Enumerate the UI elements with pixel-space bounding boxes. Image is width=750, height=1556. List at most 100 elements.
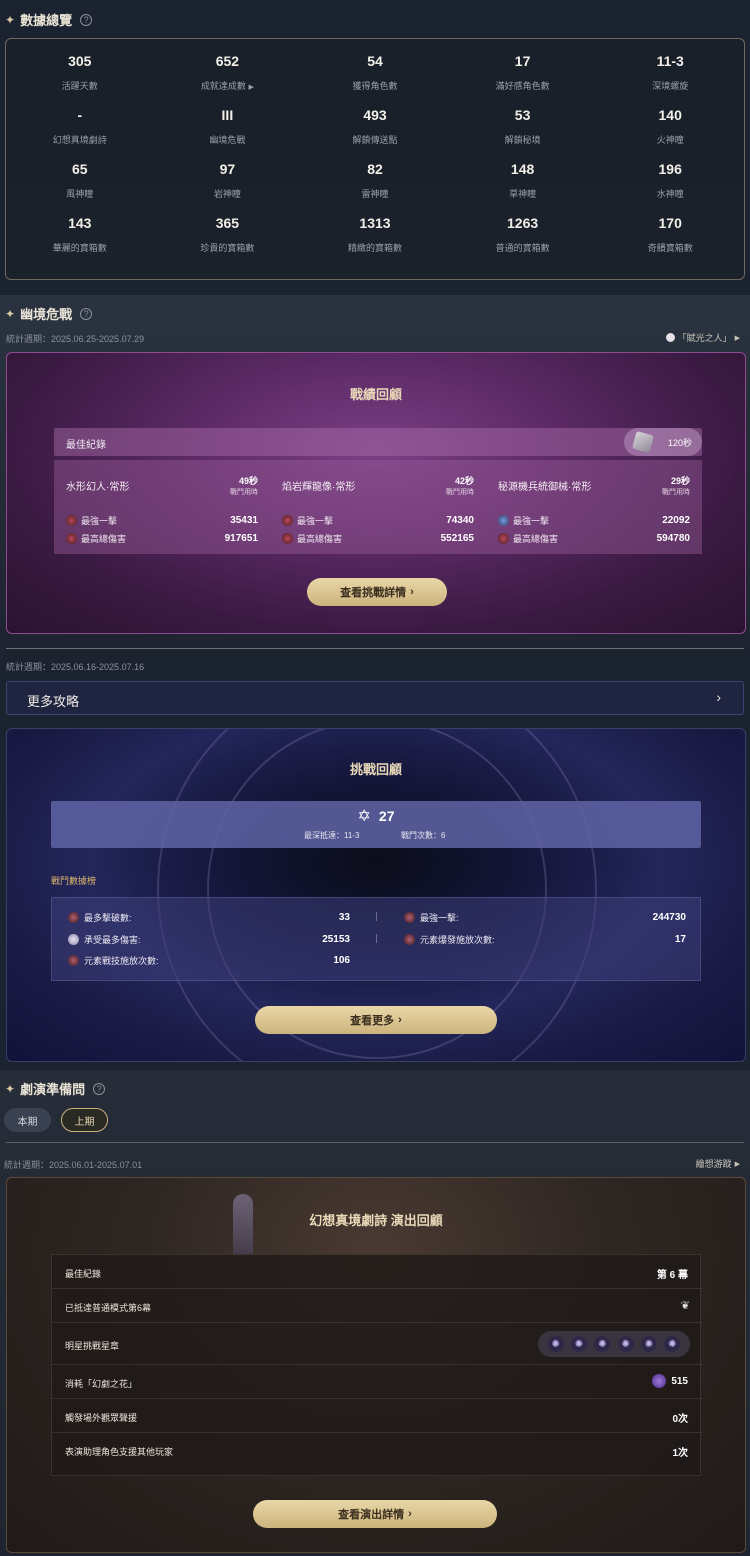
row-value: 22092 xyxy=(662,515,690,526)
avatar xyxy=(498,533,509,544)
row-label: 最高總傷害 xyxy=(297,534,343,544)
theater-link-label: 繪想游蹤 xyxy=(695,1159,732,1169)
avatar xyxy=(498,515,509,526)
stat-cell: 54 獲得角色數 xyxy=(301,53,449,93)
tab-previous[interactable]: 上期 xyxy=(61,1108,108,1132)
stat-label: 幽境危戰 xyxy=(209,135,246,145)
abyss-title: 幽境危戰 xyxy=(20,307,73,322)
total-damage-row: 最高總傷害 552165 xyxy=(282,532,474,545)
button-label: 查看更多 xyxy=(350,1015,395,1027)
rank-value: 106 xyxy=(333,955,350,966)
boss-seconds: 29秒 xyxy=(670,476,690,486)
stat-cell: 196 水神瞳 xyxy=(596,161,744,201)
stat-label: 成就達成數 ▶ xyxy=(200,81,254,91)
arrow-right-icon: › xyxy=(410,586,414,598)
stat-label: 風神瞳 xyxy=(66,189,94,199)
theater-row: 表演助理角色支援其他玩家 1次 xyxy=(52,1433,702,1467)
rank-value: 33 xyxy=(338,912,350,923)
stat-label: 解鎖秘境 xyxy=(504,135,541,145)
sparkle-icon: ✦ xyxy=(5,306,16,321)
row-label: 最強一擊 xyxy=(297,516,334,526)
strongest-hit-row: 最強一擊 22092 xyxy=(498,514,690,527)
help-icon[interactable]: ? xyxy=(93,1082,106,1095)
stat-value: III xyxy=(221,107,234,123)
avatar xyxy=(68,934,79,945)
boss-seconds-label: 戰鬥用時 xyxy=(230,489,258,496)
row-label: 觸發場外觀眾聲援 xyxy=(65,1413,138,1423)
theater-title: 劇演準備問 xyxy=(20,1082,86,1097)
abyss-title-link[interactable]: 「賦光之人」 ▶ xyxy=(665,331,740,344)
boss-name: 焰岩輝龍像·常形 xyxy=(282,482,356,493)
star-medals: ✺ ✺ ✺ ✺ ✺ ✺ xyxy=(538,1331,690,1357)
total-damage-row: 最高總傷害 594780 xyxy=(498,532,690,545)
abyss-period: 統計週期：2025.06.25-2025.07.29 xyxy=(6,334,145,344)
stat-label: 精緻的寶箱數 xyxy=(347,243,402,253)
stars-row: ✡ 27 xyxy=(51,806,701,826)
stat-label: 獲得角色數 xyxy=(352,81,398,91)
rank-value: 25153 xyxy=(322,934,350,945)
rank-label: 最多擊破數: xyxy=(84,913,132,923)
overview-header: ✦ 數據總覽 ? xyxy=(5,10,93,29)
best-record-bar: 最佳紀錄 120秒 xyxy=(54,428,702,456)
theater-stats-panel: 最佳紀錄 第 6 幕 已抵達普通模式第6幕 ❦ 明星挑戰星章 ✺ ✺ ✺ ✺ ✺… xyxy=(51,1254,702,1476)
view-more-button[interactable]: 查看更多 › xyxy=(255,1006,497,1034)
stat-label: 普通的寶箱數 xyxy=(495,243,550,253)
stat-cell: III 幽境危戰 xyxy=(154,107,302,147)
chevron-right-icon: › xyxy=(716,689,721,705)
theater-header: ✦ 劇演準備問 ? xyxy=(5,1079,106,1098)
theater-link[interactable]: 繪想游蹤 ▶ xyxy=(696,1157,740,1170)
stat-cell: 65 風神瞳 xyxy=(6,161,154,201)
star-medal-icon: ✺ xyxy=(594,1336,611,1352)
stat-cell-achievements[interactable]: 652 成就達成數 ▶ xyxy=(154,53,302,93)
butterfly-icon: ❦ xyxy=(680,1300,690,1312)
row-label: 最高總傷害 xyxy=(513,534,559,544)
stat-value: 652 xyxy=(215,53,240,69)
stat-label: 活躍天數 xyxy=(61,81,98,91)
row-label: 表演助理角色支援其他玩家 xyxy=(65,1447,174,1457)
boss-name: 秘源機兵統御械·常形 xyxy=(498,482,592,493)
stat-value: 170 xyxy=(658,215,682,231)
boss-name: 水形幻人·常形 xyxy=(66,482,130,493)
help-icon[interactable]: ? xyxy=(80,13,93,26)
avatar xyxy=(404,934,415,945)
stat-label: 雷神瞳 xyxy=(361,189,389,199)
stat-cell: 493 解鎖傳送點 xyxy=(301,107,449,147)
more-strategies-button[interactable]: 更多攻略 › xyxy=(6,681,744,715)
challenge-panel: 挑戰回顧 ✡ 27 最深抵達：11-3 戰鬥次數：6 戰鬥數據榜 最多擊破數: 3… xyxy=(6,728,746,1062)
star-medal-icon: ✺ xyxy=(664,1336,681,1352)
stat-value: 1313 xyxy=(359,215,391,231)
spiral-period: 統計週期：2025.06.16-2025.07.16 xyxy=(6,662,145,672)
boss-seconds: 42秒 xyxy=(454,476,474,486)
battles-value: 6 xyxy=(441,831,446,840)
row-label: 最高總傷害 xyxy=(81,534,127,544)
best-time-pill: 120秒 xyxy=(624,428,702,456)
row-value: 1次 xyxy=(672,1448,688,1459)
stat-label: 幻想真境劇詩 xyxy=(52,135,107,145)
stat-cell: 17 滿好感角色數 xyxy=(449,53,597,93)
stat-value: 365 xyxy=(215,215,240,231)
button-label: 查看演出詳情 xyxy=(338,1509,405,1521)
help-icon[interactable]: ? xyxy=(80,307,93,320)
view-performance-details-button[interactable]: 查看演出詳情 › xyxy=(253,1500,497,1528)
boss-card: 秘源機兵統御械·常形 29秒 戰鬥用時 最強一擊 22092 最高總傷害 59478… xyxy=(486,460,702,554)
theater-panel: 幻想真境劇詩 演出回顧 最佳紀錄 第 6 幕 已抵達普通模式第6幕 ❦ 明星挑戰… xyxy=(6,1177,746,1553)
avatar xyxy=(66,515,77,526)
avatar xyxy=(282,515,293,526)
row-value: 594780 xyxy=(656,533,690,544)
avatar xyxy=(282,533,293,544)
caret-right-icon: ▶ xyxy=(248,84,254,91)
theater-row: 觸發場外觀眾聲援 0次 xyxy=(52,1399,702,1433)
view-challenge-details-button[interactable]: 查看挑戰詳情 › xyxy=(307,578,447,606)
stat-value: 1263 xyxy=(507,215,539,231)
divider xyxy=(6,648,744,649)
rank-value: 17 xyxy=(674,934,686,945)
stat-label: 岩神瞳 xyxy=(213,189,241,199)
row-label: 已抵達普通模式第6幕 xyxy=(65,1303,152,1313)
stat-cell: 1263 普通的寶箱數 xyxy=(449,215,597,255)
stat-cell: 140 火神瞳 xyxy=(596,107,744,147)
tab-current[interactable]: 本期 xyxy=(4,1108,51,1132)
best-time-value: 120秒 xyxy=(667,437,692,448)
stat-value: 11-3 xyxy=(656,53,684,69)
row-value: 552165 xyxy=(440,533,474,544)
stat-cell: 53 解鎖秘境 xyxy=(449,107,597,147)
